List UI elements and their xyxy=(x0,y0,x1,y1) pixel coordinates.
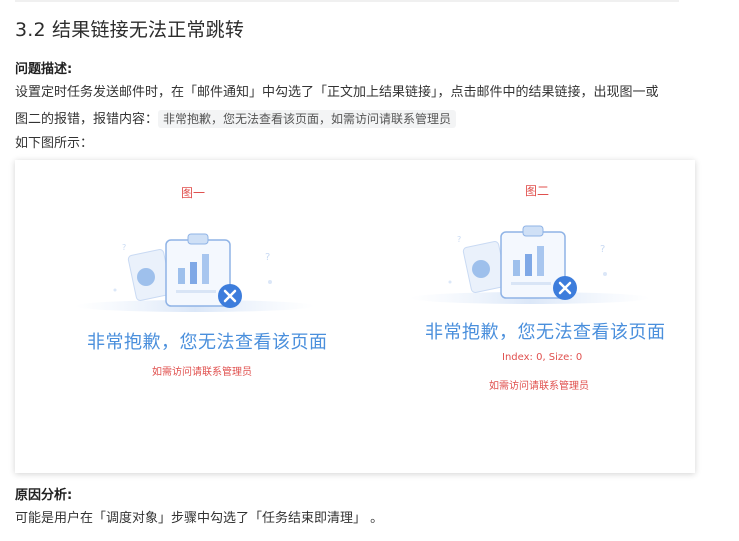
divider xyxy=(15,0,679,2)
figure-panel-2: 图二 ? ? 非常抱歉，您无法查看该页面 Index: 0, Size: 0 如… xyxy=(360,160,695,473)
fig2-error-subtitle: 如需访问请联系管理员 xyxy=(489,381,589,392)
figure-1-caption: 图一 xyxy=(181,186,206,200)
document: 3.2 结果链接无法正常跳转 问题描述: 设置定时任务发送邮件时，在「邮件通知」… xyxy=(0,0,739,541)
figure-panel-1: 图一 ? ? 非常抱歉，您无法查看该页面 如需访问请联系管理员 xyxy=(15,160,360,473)
error-illustration-icon: ? ? xyxy=(410,225,650,304)
problem-text-line2: 图二的报错，报错内容： xyxy=(15,112,159,127)
fig2-error-title: 非常抱歉，您无法查看该页面 xyxy=(425,322,666,343)
cause-text: 可能是用户在「调度对象」步骤中勾选了「任务结束即清理」 。 xyxy=(15,511,384,526)
problem-text-line1: 设置定时任务发送邮件时，在「邮件通知」中勾选了「正文加上结果链接」，点击邮件中的… xyxy=(15,85,659,100)
problem-heading: 问题描述: xyxy=(15,62,73,77)
error-figure: 图一 ? ? 非常抱歉，您无法查看该页面 如需访问请联系管理员 图二 ? ? 非… xyxy=(15,160,695,473)
section-title: 3.2 结果链接无法正常跳转 xyxy=(15,19,245,41)
cause-heading: 原因分析: xyxy=(15,488,73,503)
figure-intro: 如下图所示： xyxy=(15,136,94,151)
figure-2-caption: 图二 xyxy=(525,184,550,198)
error-illustration-icon: ? ? xyxy=(75,233,315,312)
fig1-error-title: 非常抱歉，您无法查看该页面 xyxy=(87,332,328,353)
svg-text:?: ? xyxy=(122,243,126,252)
problem-description: 设置定时任务发送邮件时，在「邮件通知」中勾选了「正文加上结果链接」，点击邮件中的… xyxy=(15,80,720,133)
svg-text:?: ? xyxy=(457,235,461,244)
svg-text:?: ? xyxy=(600,244,605,255)
fig2-error-detail: Index: 0, Size: 0 xyxy=(502,352,583,363)
svg-text:?: ? xyxy=(265,252,270,263)
error-message-code: 非常抱歉，您无法查看该页面，如需访问请联系管理员 xyxy=(158,110,457,128)
fig1-error-subtitle: 如需访问请联系管理员 xyxy=(152,367,252,378)
